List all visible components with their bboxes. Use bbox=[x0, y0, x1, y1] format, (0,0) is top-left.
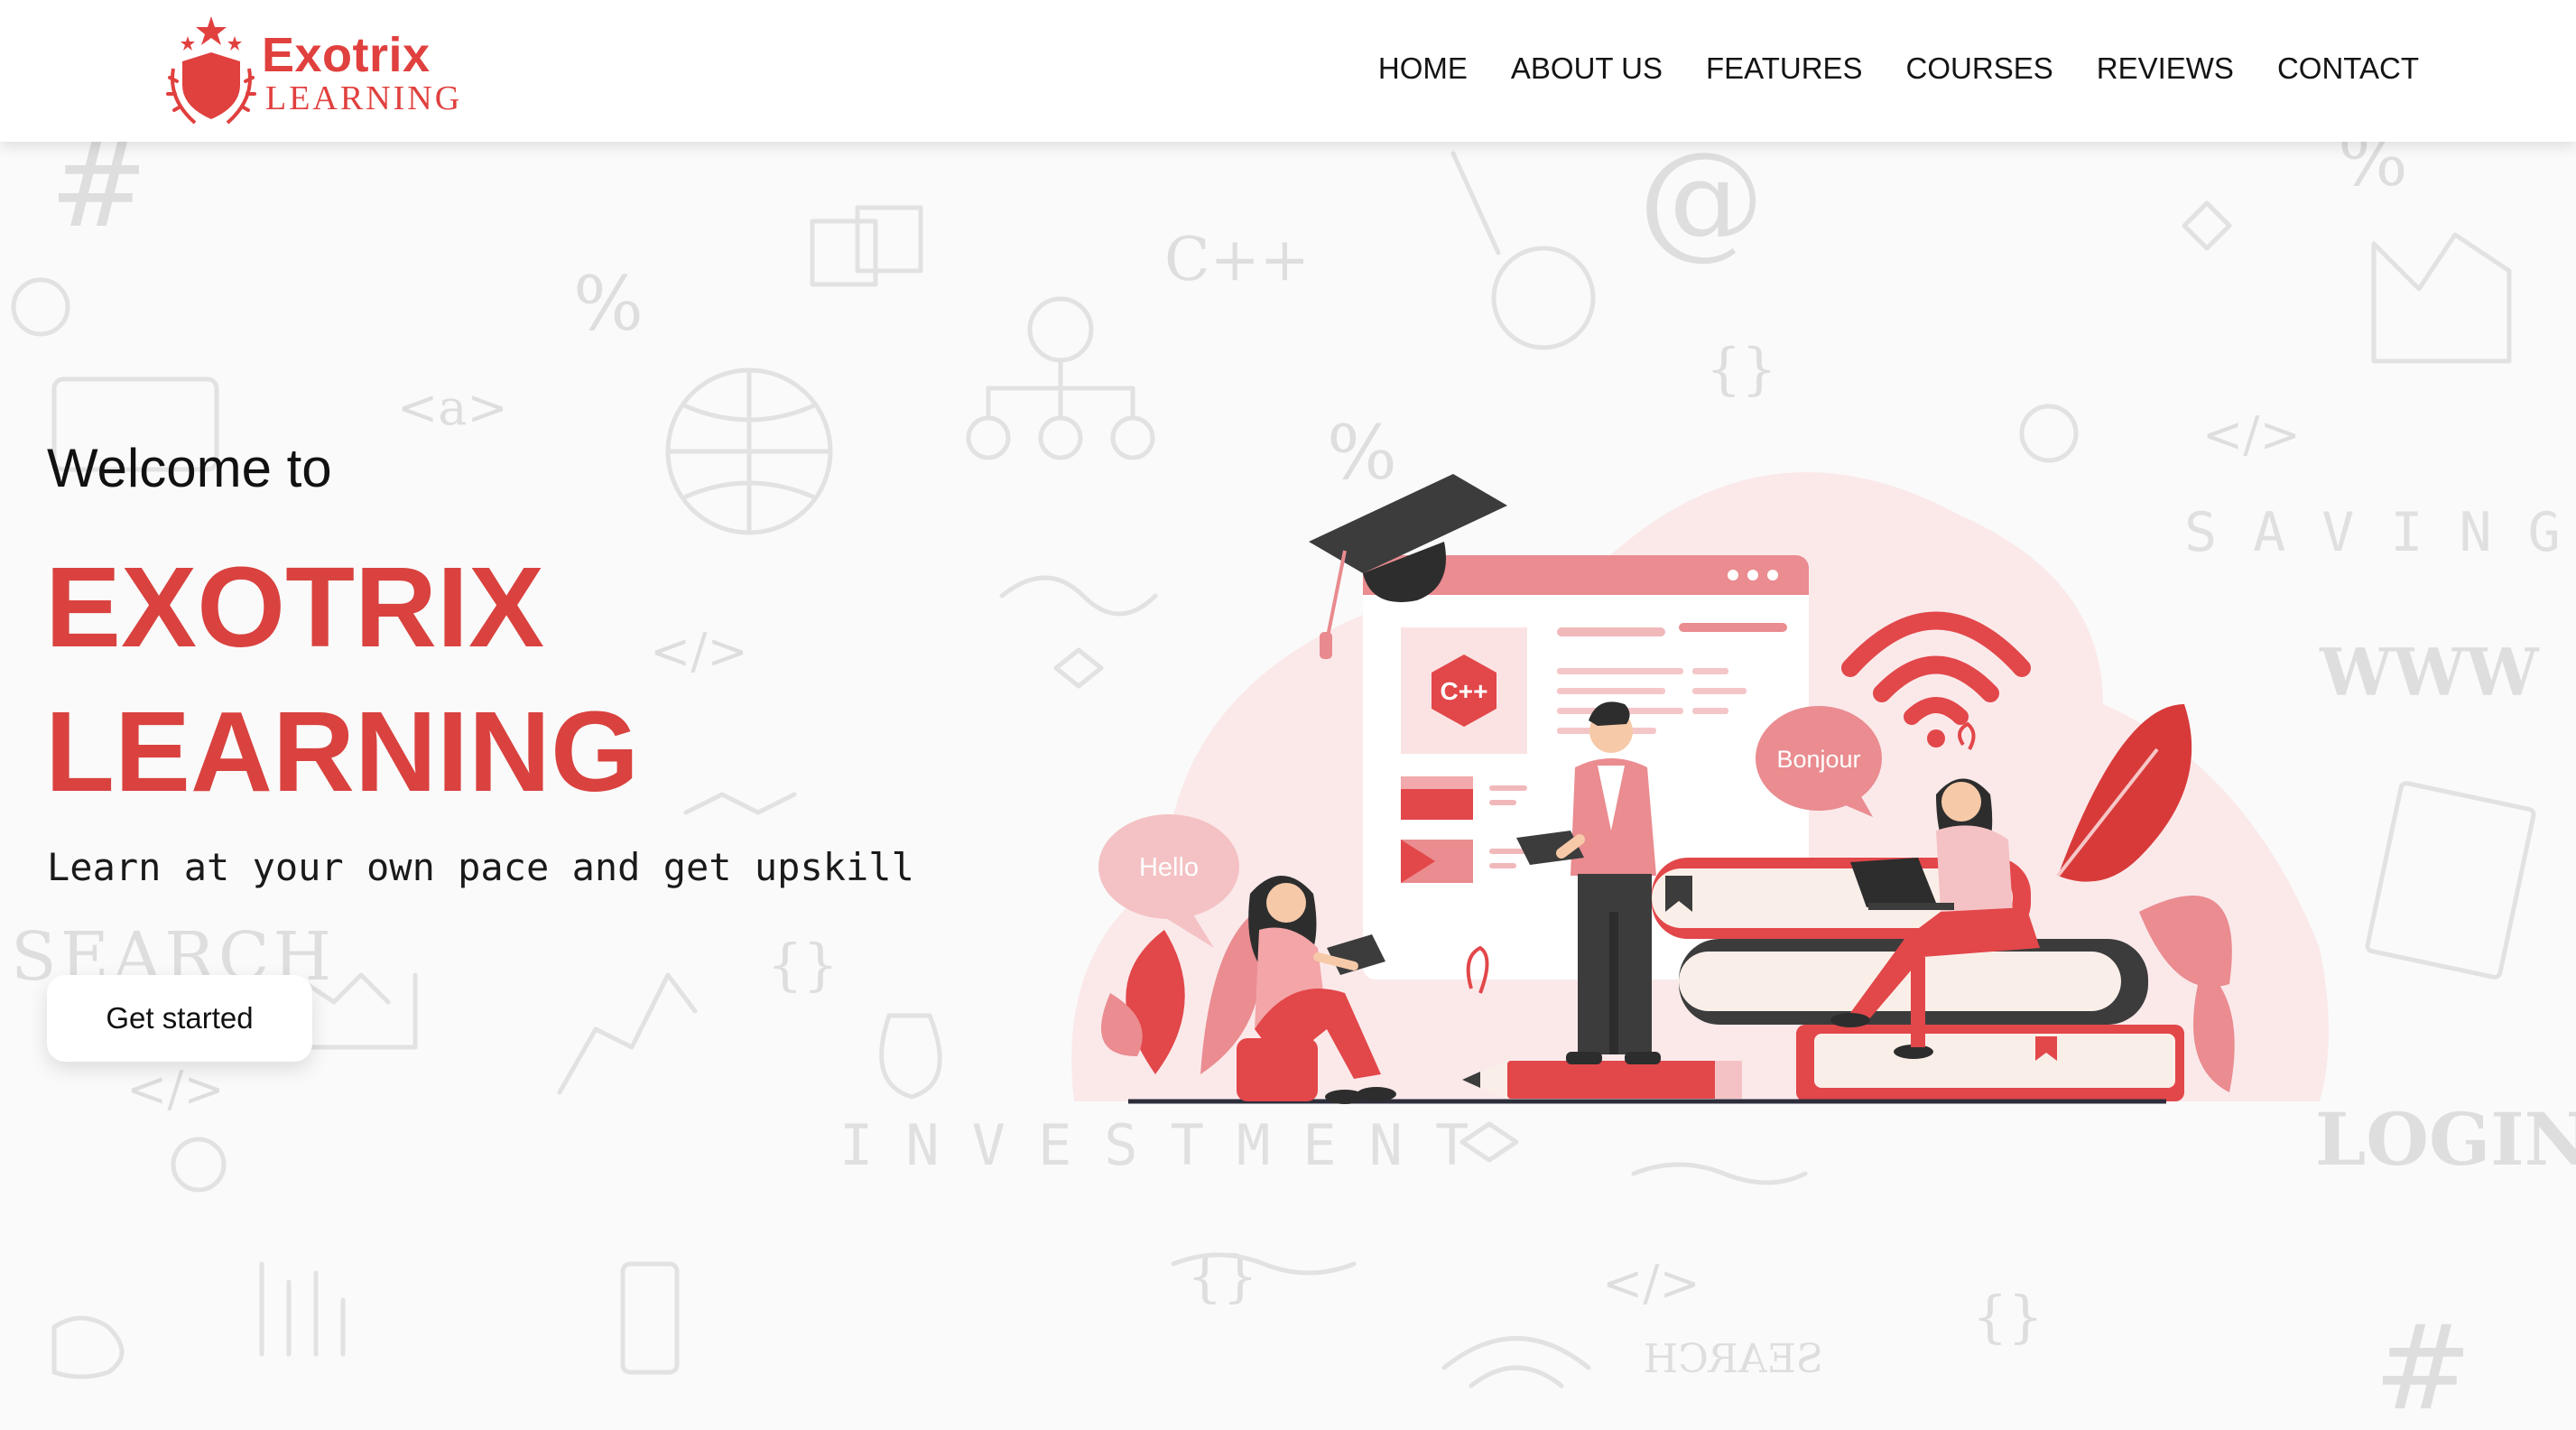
navbar: Exotrix LEARNING HOME ABOUT US FEATURES … bbox=[0, 0, 2576, 142]
doodle-investment: INVESTMENT bbox=[839, 1112, 1501, 1178]
nav-about-us[interactable]: ABOUT US bbox=[1511, 51, 1663, 87]
doodle-code-tag-2: </> bbox=[126, 1061, 225, 1118]
get-started-button[interactable]: Get started bbox=[47, 975, 312, 1062]
nav-contact[interactable]: CONTACT bbox=[2277, 51, 2419, 87]
hero-title-line-1: EXOTRIX bbox=[45, 543, 545, 671]
hero-tagline: Learn at your own pace and get upskill bbox=[47, 845, 914, 889]
hero-illustration: C++ Bonjour Hello bbox=[1071, 472, 2329, 1104]
doodle-www: WWW bbox=[2319, 634, 2540, 710]
cpp-badge-text: C++ bbox=[1441, 677, 1488, 705]
doodle-braces-4: {} bbox=[1972, 1284, 2043, 1350]
doodle-login: LOGIN bbox=[2315, 1097, 2576, 1182]
doodle-hash-2: # bbox=[2374, 1299, 2472, 1430]
logo-emblem-icon bbox=[166, 16, 256, 125]
nav-courses[interactable]: COURSES bbox=[1906, 51, 2053, 87]
doodle-cpp: C++ bbox=[1164, 225, 1310, 294]
doodle-percent-1: % bbox=[573, 262, 644, 348]
logo-subtitle: LEARNING bbox=[265, 79, 463, 117]
nav-home[interactable]: HOME bbox=[1378, 51, 1468, 87]
bubble-bonjour-text: Bonjour bbox=[1776, 746, 1860, 773]
doodle-anchor-tag: <a> bbox=[397, 379, 508, 436]
main-nav: HOME ABOUT US FEATURES COURSES REVIEWS C… bbox=[1378, 51, 2419, 87]
logo-wordmark: Exotrix bbox=[262, 28, 431, 82]
doodle-braces-1: {} bbox=[1706, 336, 1777, 402]
doodle-code-tag-4: </> bbox=[1602, 1255, 1700, 1312]
nav-reviews[interactable]: REVIEWS bbox=[2097, 51, 2234, 87]
nav-features[interactable]: FEATURES bbox=[1706, 51, 1863, 87]
hero-welcome: Welcome to bbox=[47, 438, 332, 498]
hero-title-line-2: LEARNING bbox=[45, 688, 639, 815]
doodle-code-tag-1: </> bbox=[650, 623, 748, 680]
bubble-hello-text: Hello bbox=[1139, 853, 1199, 882]
doodle-at: @ bbox=[1638, 125, 1765, 273]
logo[interactable]: Exotrix LEARNING bbox=[161, 13, 468, 130]
pencil-icon bbox=[1462, 1061, 1742, 1099]
doodle-search-mirrored: SEARCH bbox=[1644, 1336, 1823, 1382]
doodle-braces-2: {} bbox=[767, 932, 839, 998]
